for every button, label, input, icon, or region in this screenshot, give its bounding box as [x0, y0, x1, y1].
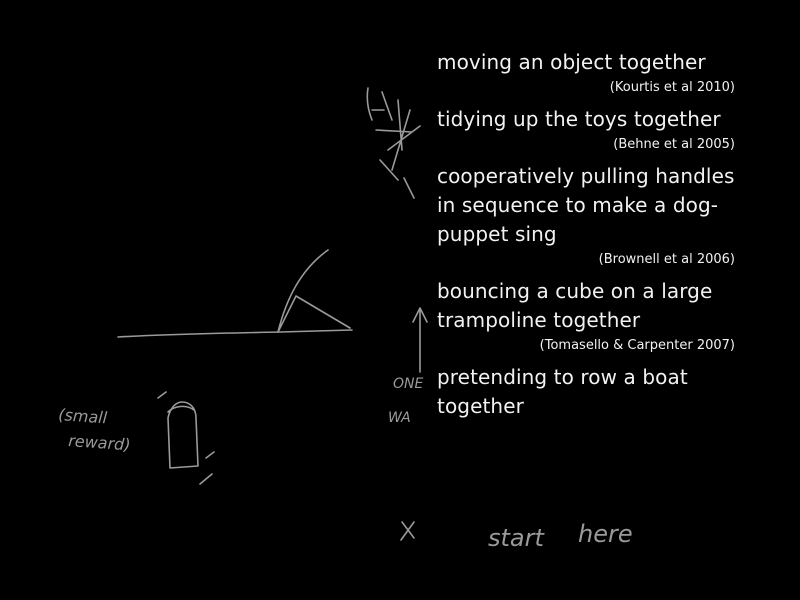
example-text: cooperatively pulling handles in sequenc… — [437, 164, 735, 246]
example-item-1: moving an object together (Kourtis et al… — [437, 48, 737, 97]
example-text: bouncing a cube on a large trampoline to… — [437, 279, 713, 332]
joint-action-examples-list: moving an object together (Kourtis et al… — [437, 48, 737, 421]
sketch-label-one: ONE — [393, 376, 423, 392]
example-item-2: tidying up the toys together (Behne et a… — [437, 105, 737, 154]
sketch-x-mark — [400, 521, 415, 541]
sketch-ground-line — [117, 329, 353, 338]
sketch-arrow — [412, 307, 428, 373]
example-citation: (Brownell et al 2006) — [598, 252, 735, 267]
sketch-label-way: WA — [388, 410, 411, 426]
example-citation: (Tomasello & Carpenter 2007) — [539, 338, 735, 353]
example-item-3: cooperatively pulling handles in sequenc… — [437, 162, 737, 269]
slide: (small reward) ONE WA start here moving … — [0, 0, 800, 600]
example-item-5: pretending to row a boat together — [437, 363, 737, 421]
example-text: moving an object together — [437, 50, 706, 74]
sketch-door — [167, 401, 199, 469]
sketch-burst — [366, 87, 421, 199]
example-text: pretending to row a boat together — [437, 365, 688, 418]
example-citation: (Kourtis et al 2010) — [609, 80, 735, 95]
sketch-label-small: (small — [58, 405, 109, 427]
sketch-label-start: start — [488, 524, 545, 552]
example-citation: (Behne et al 2005) — [613, 137, 735, 152]
sketch-wedge — [277, 249, 351, 333]
sketch-label-reward: reward) — [68, 431, 131, 454]
sketch-label-here: here — [578, 520, 633, 548]
example-item-4: bouncing a cube on a large trampoline to… — [437, 277, 737, 355]
example-text: tidying up the toys together — [437, 107, 721, 131]
